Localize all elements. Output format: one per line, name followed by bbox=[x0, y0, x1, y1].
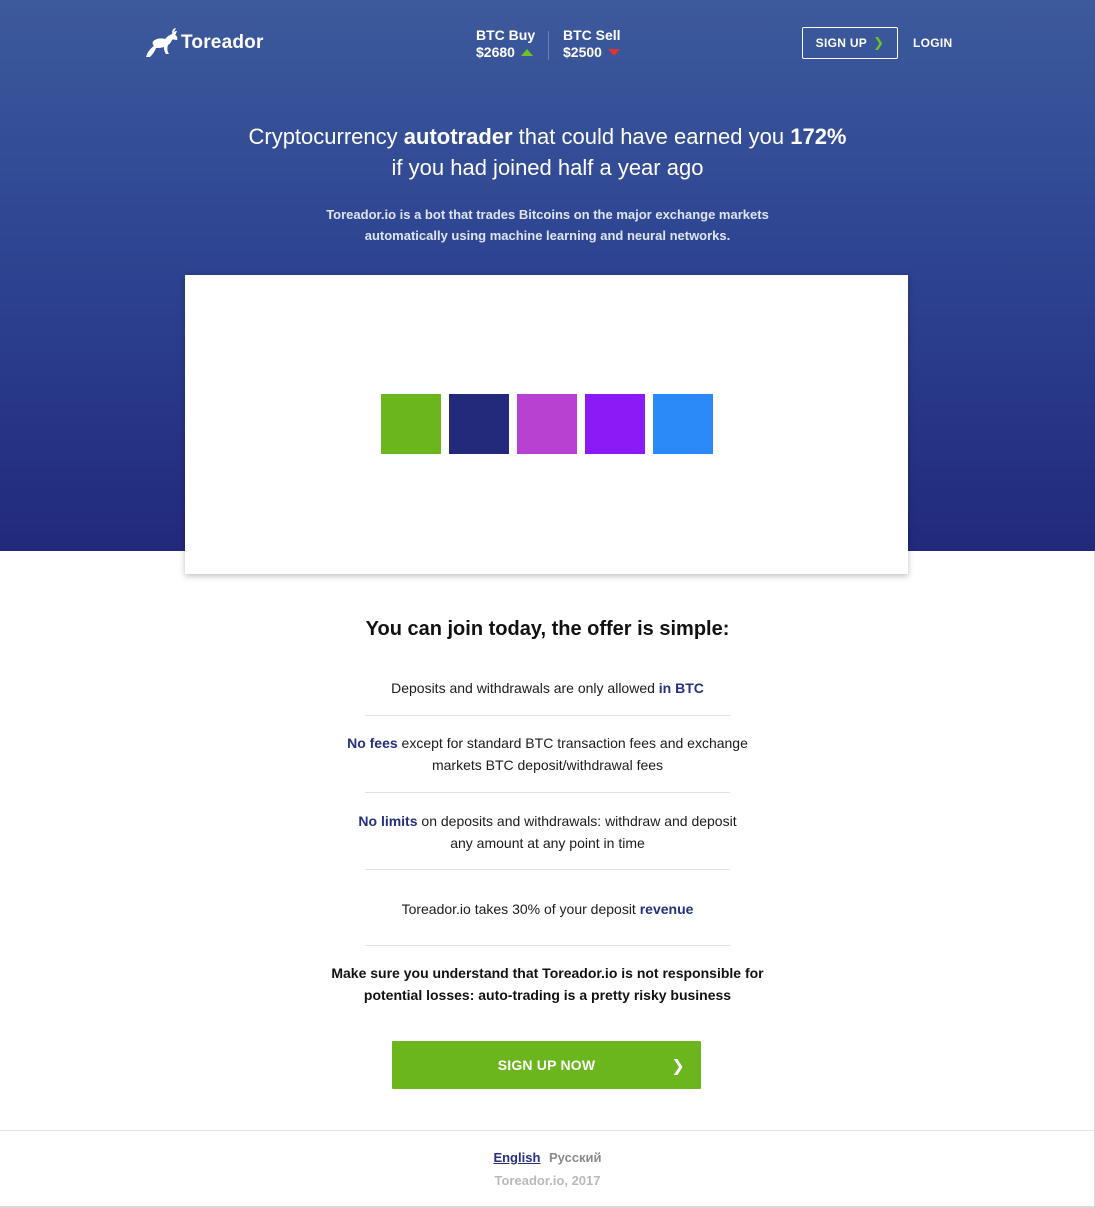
offer-item-highlight: revenue bbox=[639, 901, 694, 917]
offer-item-highlight: in BTC bbox=[658, 680, 704, 696]
btc-buy-label: BTC Buy bbox=[476, 27, 536, 43]
brand-name: Toreador bbox=[181, 32, 264, 53]
chart-card bbox=[185, 275, 908, 574]
btc-sell-label: BTC Sell bbox=[563, 27, 621, 43]
brand-logo[interactable]: Toreador bbox=[143, 27, 264, 59]
triangle-up-icon bbox=[520, 49, 533, 56]
loader-swatch bbox=[449, 394, 509, 454]
header-signup-label: SIGN UP bbox=[815, 36, 868, 50]
offer-item-text: markets BTC deposit/withdrawal fees bbox=[431, 757, 664, 773]
hero-headline-line1: Cryptocurrency autotrader that could hav… bbox=[0, 121, 1095, 152]
offer-divider bbox=[365, 945, 730, 946]
headline-text-2: that could have earned you bbox=[512, 124, 791, 149]
offer-item-line: No limits on deposits and withdrawals: w… bbox=[320, 810, 775, 832]
hero-headline-line2: if you had joined half a year ago bbox=[391, 155, 704, 180]
offer-divider bbox=[365, 715, 730, 716]
ticker-divider bbox=[548, 31, 549, 60]
btc-buy-ticker: BTC Buy $2680 bbox=[476, 27, 535, 61]
lang-russian-link[interactable]: Русский bbox=[549, 1150, 602, 1165]
signup-now-label: SIGN UP NOW bbox=[497, 1057, 596, 1073]
subhead-line-2: automatically using machine learning and… bbox=[364, 228, 731, 243]
copyright: Toreador.io, 2017 bbox=[494, 1173, 601, 1188]
lang-english-link[interactable]: English bbox=[493, 1150, 540, 1165]
btc-sell-ticker: BTC Sell $2500 bbox=[563, 27, 621, 61]
triangle-down-icon bbox=[607, 49, 620, 56]
risk-warning: Make sure you understand that Toreador.i… bbox=[300, 962, 795, 1006]
chevron-right-icon: ❯ bbox=[873, 35, 885, 50]
offer-item-highlight: No limits bbox=[358, 813, 418, 829]
offer-divider bbox=[365, 792, 730, 793]
offer-item-btc-only: Deposits and withdrawals are only allowe… bbox=[320, 677, 775, 699]
loader-swatch bbox=[517, 394, 577, 454]
offer-title: You can join today, the offer is simple: bbox=[365, 618, 730, 640]
subhead-line-1: Toreador.io is a bot that trades Bitcoin… bbox=[326, 207, 769, 222]
footer-divider bbox=[0, 1130, 1095, 1131]
bull-icon bbox=[146, 28, 178, 57]
offer-item-highlight: No fees bbox=[347, 735, 398, 751]
signup-now-button[interactable]: SIGN UP NOW ❯ bbox=[392, 1041, 701, 1089]
risk-warning-line: Make sure you understand that Toreador.i… bbox=[331, 965, 764, 981]
loader-swatch bbox=[653, 394, 713, 454]
header-signup-button[interactable]: SIGN UP ❯ bbox=[802, 27, 898, 59]
offer-item-text: Toreador.io takes 30% of your deposit bbox=[401, 901, 640, 917]
login-link[interactable]: LOGIN bbox=[913, 36, 953, 50]
offer-divider bbox=[365, 869, 730, 870]
btc-buy-value-row: $2680 bbox=[476, 44, 535, 61]
offer-item-text: Deposits and withdrawals are only allowe… bbox=[391, 680, 659, 696]
headline-bold-2: 172% bbox=[790, 124, 847, 149]
offer-item-no-limits: No limits on deposits and withdrawals: w… bbox=[320, 810, 775, 854]
risk-warning-line: potential losses: auto-trading is a pret… bbox=[363, 987, 732, 1003]
offer-item-no-fees: No fees except for standard BTC transact… bbox=[320, 732, 775, 776]
offer-item-text: any amount at any point in time bbox=[450, 835, 645, 851]
headline-bold-1: autotrader bbox=[403, 124, 513, 149]
headline-text-1: Cryptocurrency bbox=[248, 124, 404, 149]
offer-item-text: except for standard BTC transaction fees… bbox=[397, 735, 748, 751]
offer-item-line: No fees except for standard BTC transact… bbox=[320, 732, 775, 754]
loader-swatch bbox=[381, 394, 441, 454]
btc-sell-value: $2500 bbox=[563, 44, 602, 60]
btc-buy-value: $2680 bbox=[476, 44, 515, 60]
hero-subheading: Toreador.io is a bot that trades Bitcoin… bbox=[300, 204, 795, 246]
chevron-right-icon: ❯ bbox=[671, 1058, 685, 1075]
btc-sell-value-row: $2500 bbox=[563, 44, 621, 61]
offer-item-revenue: Toreador.io takes 30% of your deposit re… bbox=[320, 898, 775, 920]
offer-item-text: on deposits and withdrawals: withdraw an… bbox=[417, 813, 737, 829]
hero-headline: Cryptocurrency autotrader that could hav… bbox=[0, 121, 1095, 183]
language-switcher: English Русский bbox=[0, 1150, 1095, 1165]
loader-swatch bbox=[585, 394, 645, 454]
